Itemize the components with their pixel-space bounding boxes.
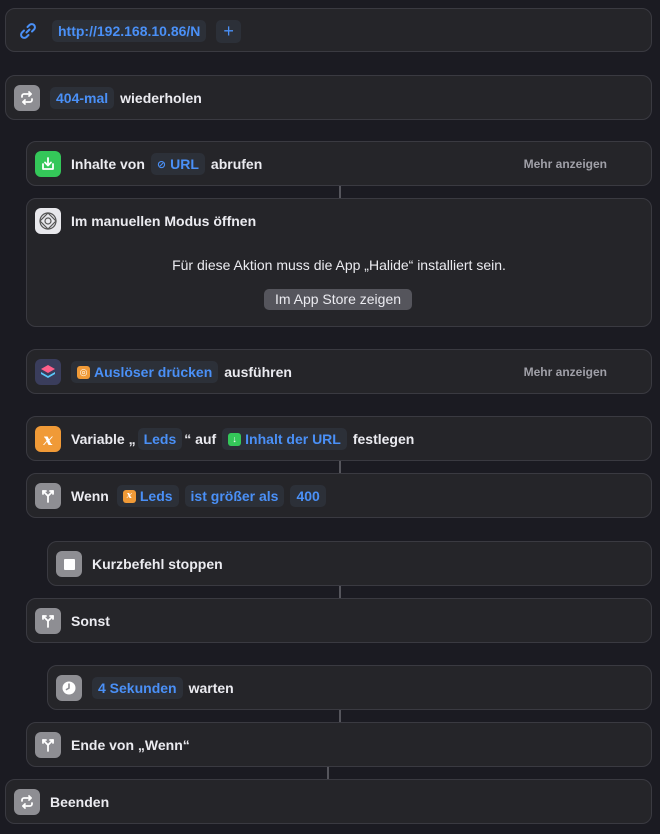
show-more-button[interactable]: Mehr anzeigen [524,157,607,171]
show-more-button[interactable]: Mehr anzeigen [524,365,607,379]
manual-mode-action[interactable]: Im manuellen Modus öffnen Für diese Akti… [26,198,652,327]
connector-line [339,186,341,198]
set-variable-prefix: Variable „ [71,431,136,447]
condition-token[interactable]: ist größer als [184,485,285,507]
get-contents-prefix: Inhalte von [71,156,145,172]
repeat-verb: wiederholen [120,90,202,106]
shortcut-name-token[interactable]: ◎ Auslöser drücken [71,361,219,383]
shortcuts-icon [35,359,61,385]
end-if-label: Ende von „Wenn“ [71,737,190,753]
repeat-icon [14,85,40,111]
branch-icon [35,608,61,634]
if-label: Wenn [71,488,109,504]
variable-mini-icon: x [122,489,136,503]
run-shortcut-verb: ausführen [224,364,292,380]
clock-icon [56,675,82,701]
run-shortcut-action[interactable]: ◎ Auslöser drücken ausführen Mehr anzeig… [26,349,652,394]
set-variable-mid: “ auf [184,431,217,447]
url-variable-label: URL [170,156,199,172]
end-if-action[interactable]: Ende von „Wenn“ [26,722,652,767]
shortcut-name-label: Auslöser drücken [94,364,213,380]
repeat-count-token[interactable]: 404-mal [50,87,115,109]
app-store-button[interactable]: Im App Store zeigen [264,289,412,310]
url-variable-token[interactable]: ⊘ URL [150,153,205,175]
download-icon [35,151,61,177]
connector-line [339,461,341,473]
if-action[interactable]: Wenn x Leds ist größer als 400 [26,473,652,518]
download-mini-icon: ↓ [228,432,242,446]
get-contents-verb: abrufen [210,156,263,172]
stop-icon [56,551,82,577]
else-action[interactable]: Sonst [26,598,652,643]
app-required-notice: Für diese Aktion muss die App „Halide“ i… [172,257,506,273]
stop-label: Kurzbefehl stoppen [92,556,223,572]
branch-icon [35,732,61,758]
link-icon: ⊘ [156,158,167,171]
end-repeat-label: Beenden [50,794,110,810]
variable-icon: x [35,426,61,452]
manual-mode-title: Im manuellen Modus öffnen [71,213,257,229]
connector-line [339,710,341,722]
end-repeat-action[interactable]: Beenden [5,779,652,824]
get-contents-action[interactable]: Inhalte von ⊘ URL abrufen Mehr anzeigen [26,141,652,186]
add-url-button[interactable]: + [216,19,241,43]
connector-line [339,586,341,598]
shortcut-mini-icon: ◎ [77,365,90,379]
halide-app-icon [35,208,61,234]
condition-value-token[interactable]: 400 [290,485,326,507]
url-action[interactable]: http://192.168.10.86/N + [5,8,652,52]
wait-verb: warten [188,680,234,696]
if-variable-label: Leds [139,488,173,504]
repeat-action[interactable]: 404-mal wiederholen [5,75,652,120]
set-variable-action[interactable]: x Variable „ Leds “ auf ↓ Inhalt der URL… [26,416,652,461]
branch-icon [35,483,61,509]
url-content-token[interactable]: ↓ Inhalt der URL [222,428,347,450]
variable-name-token[interactable]: Leds [137,428,183,450]
else-label: Sonst [71,613,110,629]
link-icon [18,21,38,41]
stop-shortcut-action[interactable]: Kurzbefehl stoppen [47,541,652,586]
if-variable-token[interactable]: x Leds [116,485,179,507]
connector-line [327,767,329,779]
wait-duration-token[interactable]: 4 Sekunden [92,677,183,699]
url-content-label: Inhalt der URL [245,431,341,447]
set-variable-verb: festlegen [352,431,415,447]
wait-action[interactable]: 4 Sekunden warten [47,665,652,710]
repeat-icon [14,789,40,815]
url-token[interactable]: http://192.168.10.86/N [52,20,207,42]
